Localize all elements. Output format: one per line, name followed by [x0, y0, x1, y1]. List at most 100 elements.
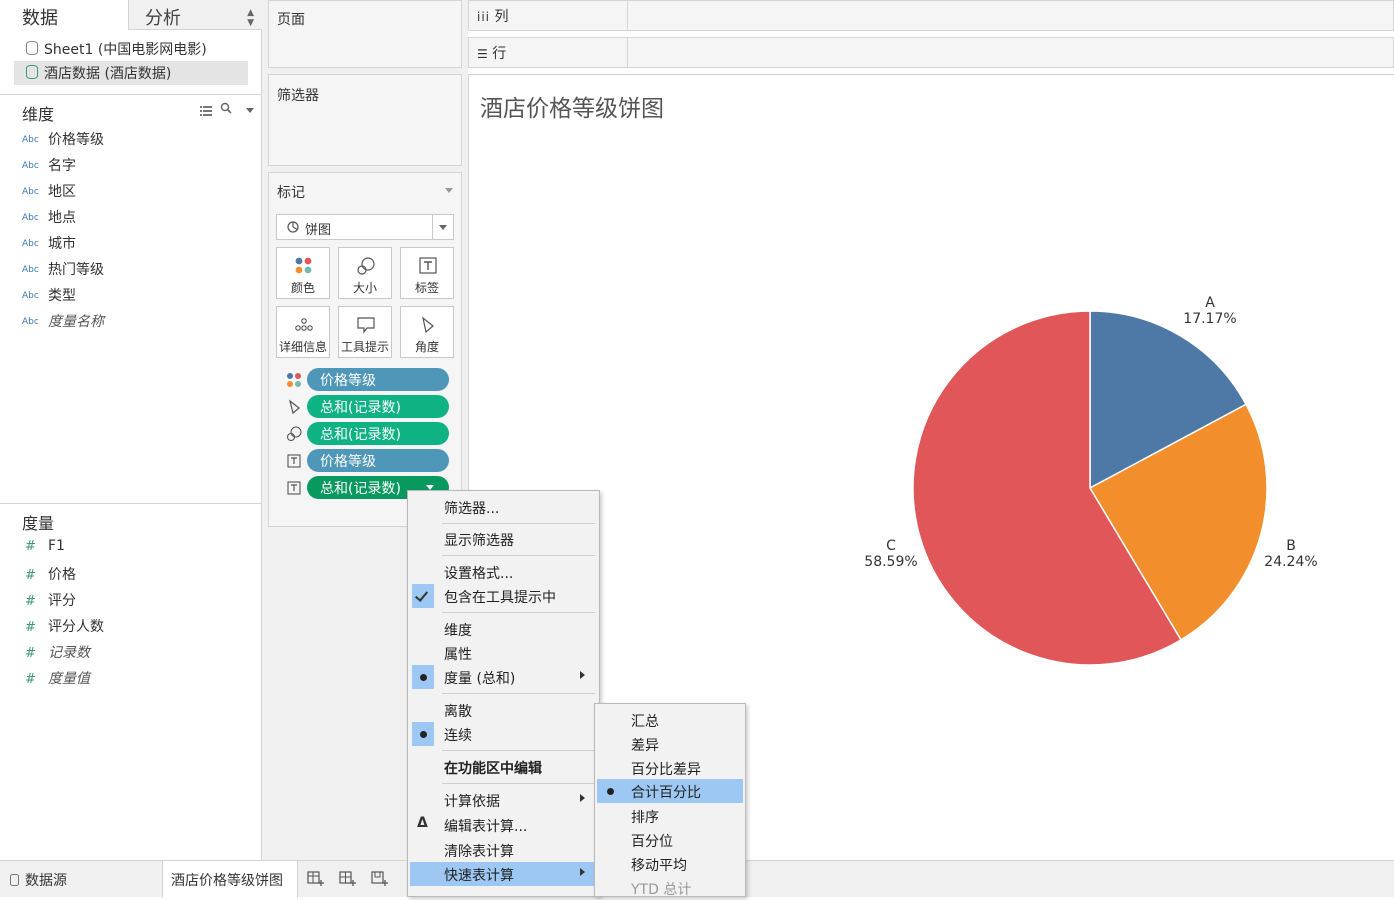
submenu-item-difference[interactable]: 差异 [597, 732, 743, 756]
menu-item-measure-sum[interactable]: 度量 (总和) [410, 665, 597, 689]
tab-sheet-active[interactable]: 酒店价格等级饼图 [162, 861, 298, 898]
pie-label-b: B 24.24% [1251, 538, 1331, 570]
measure-field-rating-count[interactable]: # 评分人数 [22, 616, 104, 642]
pages-title: 页面 [277, 12, 305, 28]
slice-value: 58.59% [864, 554, 918, 570]
filters-shelf[interactable]: 筛选器 [268, 74, 462, 166]
field-label: 地点 [48, 210, 76, 226]
new-story-icon[interactable] [370, 869, 388, 887]
field-label: F1 [48, 538, 65, 554]
menu-separator [442, 750, 595, 751]
menu-item-edit-in-shelf[interactable]: 在功能区中编辑 [410, 755, 597, 779]
menu-separator [442, 693, 595, 694]
mark-type-label: 饼图 [305, 223, 332, 238]
submenu-item-moving-average[interactable]: 移动平均 [597, 852, 743, 876]
button-label: 标签 [414, 281, 439, 295]
marks-detail-button[interactable]: 详细信息 [276, 306, 330, 358]
measure-field-price[interactable]: # 价格 [22, 564, 76, 590]
dimension-field-city[interactable]: Abc 城市 [22, 233, 76, 259]
datasource-label: 酒店数据 (酒店数据) [44, 66, 172, 82]
tab-datasource[interactable]: 数据源 [10, 861, 67, 898]
number-type-icon: # [25, 672, 36, 687]
marks-angle-button[interactable]: 角度 [400, 306, 454, 358]
measure-field-record-count[interactable]: # 记录数 [22, 642, 90, 668]
tab-data[interactable]: 数据 [0, 0, 128, 30]
dimension-field-name[interactable]: Abc 名字 [22, 155, 76, 181]
menu-item-filter[interactable]: 筛选器... [410, 495, 597, 519]
chevron-down-icon[interactable] [445, 188, 453, 193]
menu-item-compute-using[interactable]: 计算依据 [410, 788, 597, 812]
dimension-field-measure-names[interactable]: Abc 度量名称 [22, 311, 104, 337]
submenu-item-rank[interactable]: 排序 [597, 804, 743, 828]
marks-size-button[interactable]: 大小 [338, 247, 392, 299]
pill-size-record-count[interactable]: 总和(记录数) [307, 422, 449, 445]
menu-item-clear-table-calc[interactable]: 清除表计算 [410, 838, 597, 862]
search-icon[interactable] [220, 102, 234, 116]
mark-type-dropdown[interactable]: 饼图 [276, 214, 454, 240]
new-worksheet-icon[interactable] [306, 869, 324, 887]
dimension-field-region[interactable]: Abc 地区 [22, 181, 76, 207]
angle-icon [288, 399, 300, 415]
data-panel: 数据 分析 ▲ ▼ Sheet1 (中国电影网电影) 酒店数据 (酒店数据) 维度… [0, 0, 262, 860]
rows-icon: ☰ [477, 47, 488, 61]
menu-item-edit-table-calc[interactable]: 编辑表计算... [410, 813, 597, 837]
dimension-field-popularity[interactable]: Abc 热门等级 [22, 259, 104, 285]
pie-chart[interactable] [900, 298, 1280, 678]
pie-chart-icon [287, 221, 299, 233]
dimension-field-price-level[interactable]: Abc 价格等级 [22, 129, 104, 155]
menu-separator [442, 612, 595, 613]
dimension-field-location[interactable]: Abc 地点 [22, 207, 76, 233]
submenu-arrow-icon [580, 868, 585, 876]
menu-item-format[interactable]: 设置格式... [410, 560, 597, 584]
pages-shelf[interactable]: 页面 [268, 0, 462, 68]
menu-separator [442, 783, 595, 784]
slice-category: A [1205, 295, 1215, 311]
dimensions-title: 维度 [22, 105, 55, 124]
columns-text: 列 [494, 9, 509, 25]
size-icon [357, 257, 375, 275]
menu-item-continuous[interactable]: 连续 [410, 722, 597, 746]
check-icon [412, 584, 434, 608]
menu-item-show-filter[interactable]: 显示筛选器 [410, 527, 597, 551]
pill-angle-record-count[interactable]: 总和(记录数) [307, 395, 449, 418]
marks-color-button[interactable]: 颜色 [276, 247, 330, 299]
tooltip-icon [357, 317, 375, 334]
menu-item-label: 快速表计算 [444, 868, 514, 884]
slice-value: 24.24% [1264, 554, 1318, 570]
datasource-item-sheet1[interactable]: Sheet1 (中国电影网电影) [14, 37, 248, 61]
string-type-icon: Abc [22, 291, 39, 301]
rows-shelf[interactable]: ☰ 行 [468, 37, 1394, 68]
submenu-item-percent-of-total[interactable]: 合计百分比 [597, 779, 743, 803]
menu-item-include-in-tooltip[interactable]: 包含在工具提示中 [410, 584, 597, 608]
new-dashboard-icon[interactable] [338, 869, 356, 887]
menu-item-dimension[interactable]: 维度 [410, 617, 597, 641]
marks-title: 标记 [277, 185, 305, 201]
button-label: 大小 [352, 281, 377, 295]
button-label: 角度 [414, 340, 439, 354]
tab-analysis[interactable]: 分析 ▲ ▼ [128, 0, 262, 30]
menu-item-label: 度量 (总和) [444, 671, 516, 687]
dimension-field-type[interactable]: Abc 类型 [22, 285, 76, 311]
menu-item-discrete[interactable]: 离散 [410, 698, 597, 722]
pill-color-price-level[interactable]: 价格等级 [307, 368, 449, 391]
chart-title: 酒店价格等级饼图 [480, 96, 664, 122]
pill-label-price-level[interactable]: 价格等级 [307, 449, 449, 472]
chevron-down-icon[interactable] [432, 215, 453, 239]
submenu-item-running-total[interactable]: 汇总 [597, 708, 743, 732]
measure-field-f1[interactable]: # F1 [22, 538, 65, 564]
submenu-item-percentile[interactable]: 百分位 [597, 828, 743, 852]
menu-item-attribute[interactable]: 属性 [410, 641, 597, 665]
marks-tooltip-button[interactable]: 工具提示 [338, 306, 392, 358]
measure-field-measure-values[interactable]: # 度量值 [22, 668, 90, 694]
field-label: 价格等级 [48, 132, 104, 148]
measure-field-rating[interactable]: # 评分 [22, 590, 76, 616]
submenu-item-percent-difference[interactable]: 百分比差异 [597, 756, 743, 780]
chevron-down-icon[interactable] [246, 108, 254, 113]
size-icon [286, 426, 302, 442]
columns-shelf[interactable]: iii 列 [468, 0, 1394, 31]
tab-analysis-label: 分析 [145, 8, 181, 29]
marks-label-button[interactable]: 标签 [400, 247, 454, 299]
list-view-icon[interactable] [200, 104, 214, 116]
menu-item-quick-table-calc[interactable]: 快速表计算 [410, 862, 597, 886]
datasource-item-hotel[interactable]: 酒店数据 (酒店数据) [14, 61, 248, 85]
